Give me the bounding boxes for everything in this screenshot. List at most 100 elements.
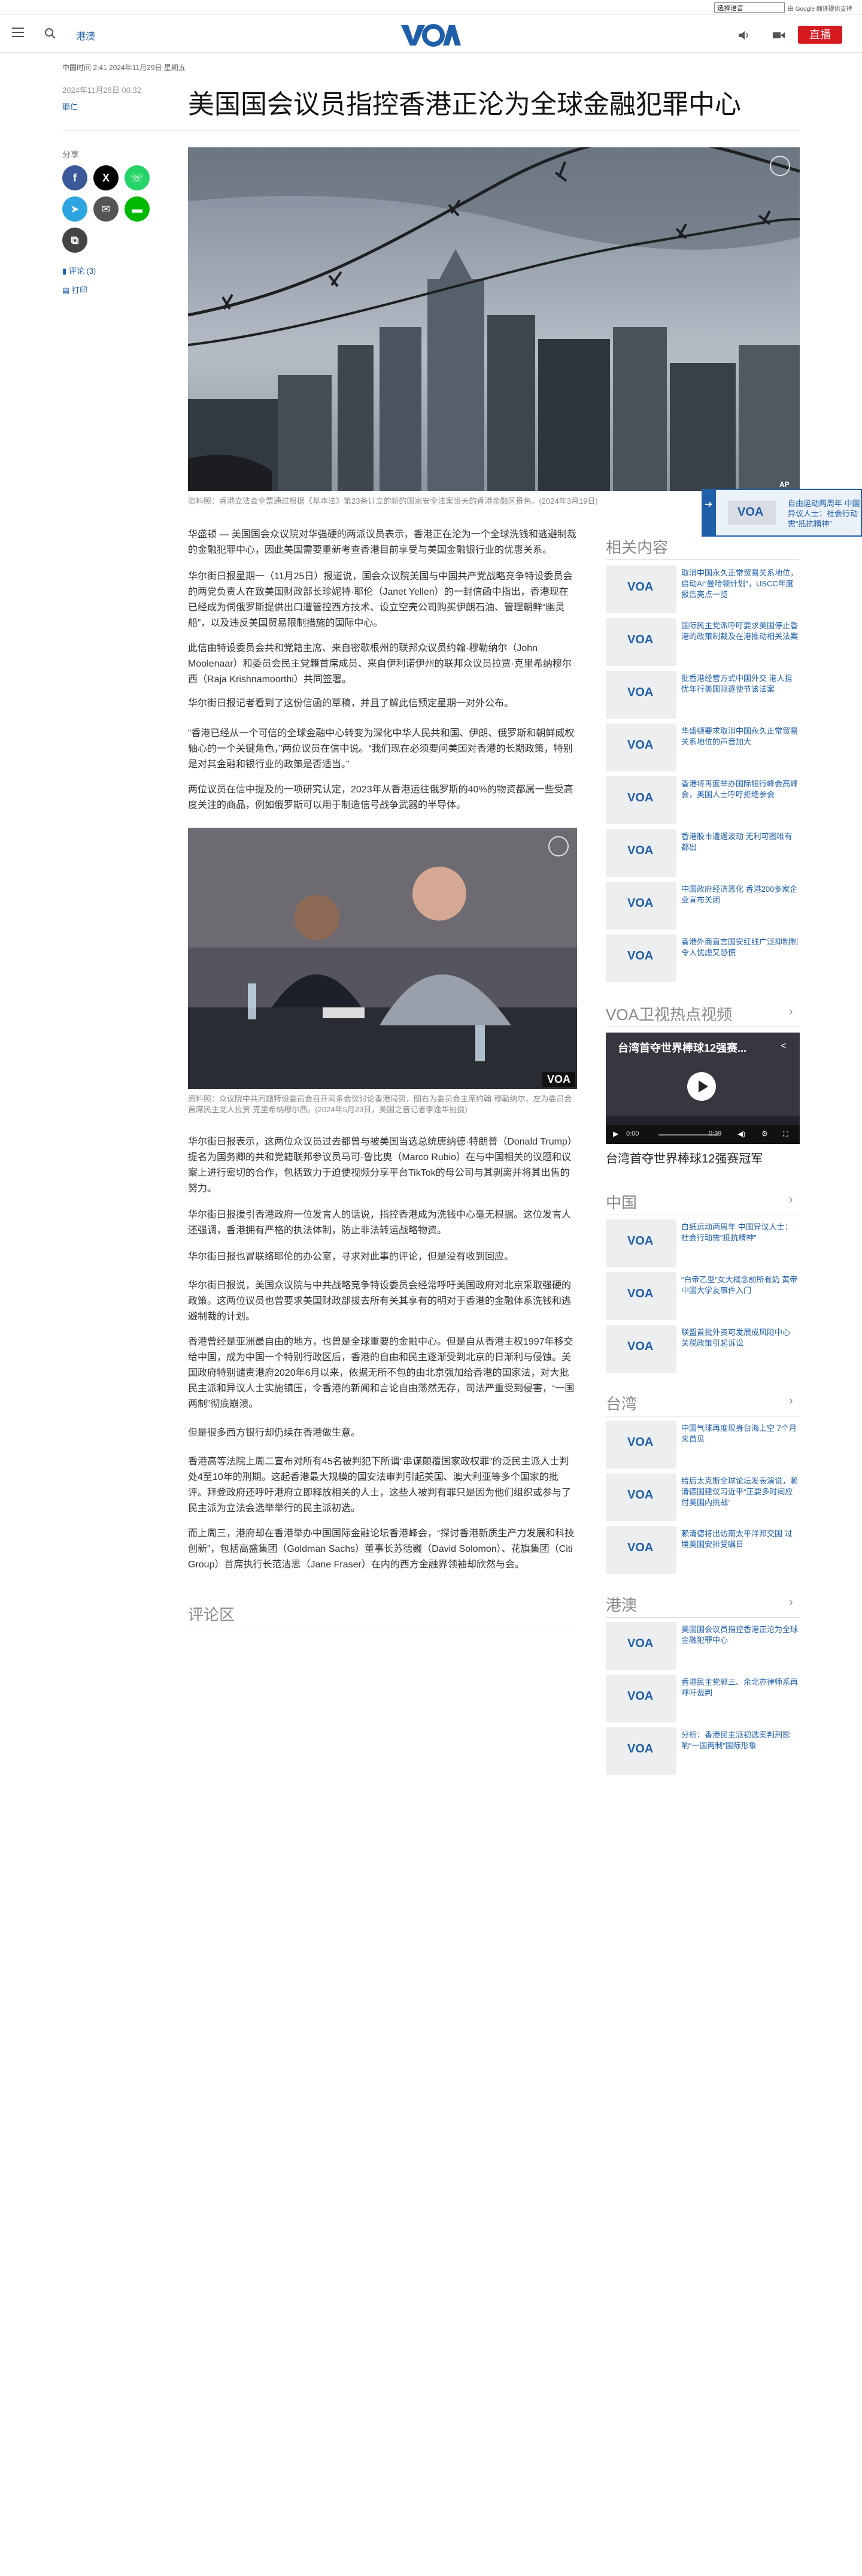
related-thumb[interactable]: VOA (606, 671, 676, 719)
voa-thumb-icon: VOA (627, 1488, 654, 1502)
related-thumb[interactable]: VOA (606, 934, 676, 982)
related-thumb[interactable]: VOA (606, 724, 676, 771)
china-item-link[interactable]: 白纸运动两周年 中国异议人士：社会行动需“抵抗精神” (681, 1222, 800, 1243)
paragraph: 华尔街日报援引香港政府一位发言人的话说，指控香港成为洗钱中心毫无根据。这位发言人… (188, 1210, 572, 1236)
hongkong-item-link[interactable]: 香港民主党郭三、余北亦律师系再呼吁裁判 (681, 1677, 800, 1699)
floating-recommendation[interactable]: ➔ VOA 自由运动两周年 中国异议人士：社会行动需“抵抗精神” (702, 489, 862, 537)
section-divider (606, 559, 800, 560)
taiwan-item-link[interactable]: 给后太克斯全球论坛发表演说，赖清德国建议习近平“正要多时间应付美国内挑战” (681, 1476, 800, 1508)
language-select[interactable]: 选择语言 (714, 2, 785, 13)
related-item-link[interactable]: 批香港经营方式中国外交 港人担忧年行美国驱逐使节该法案 (681, 673, 800, 695)
video-player[interactable]: 台湾首夺世界棒球12强赛... < ▶ 0:00 0:39 ◀) ⚙ ⛶ (606, 1033, 800, 1144)
section-heading-video[interactable]: VOA卫视热点视频 (606, 1003, 732, 1025)
comments-link-label: 评论 (3) (68, 267, 96, 276)
section-heading-taiwan[interactable]: 台湾 (606, 1392, 637, 1414)
author-link[interactable]: 耶仁 (62, 101, 78, 112)
play-small-icon[interactable]: ▶ (613, 1130, 618, 1138)
video-icon[interactable] (772, 30, 785, 41)
china-thumb[interactable]: VOA (606, 1325, 676, 1373)
print-icon: ▤ (62, 286, 72, 295)
voa-thumb-icon: VOA (627, 949, 654, 962)
chevron-right-icon[interactable]: › (789, 1596, 793, 1609)
related-item-link[interactable]: 取消中国永久正常贸易关系地位，启动AI“曼哈顿计划”，USCC年度报告亮点一览 (681, 568, 800, 600)
hongkong-thumb[interactable]: VOA (606, 1622, 676, 1670)
page-title: 美国国会议员指控香港正沦为全球金融犯罪中心 (188, 90, 741, 119)
taiwan-thumb[interactable]: VOA (606, 1421, 676, 1469)
expand-icon[interactable] (770, 156, 790, 176)
voa-thumb-icon: VOA (627, 1340, 654, 1353)
related-item-link[interactable]: 香港外商直言国安红线广泛抑制制 令人忧虑又恐慌 (681, 937, 800, 958)
china-item-link[interactable]: “白帝乙型”女大概念前所有奶 黄帝中国大学友事件入门 (681, 1275, 800, 1296)
chevron-right-icon[interactable]: › (789, 1193, 793, 1207)
telegram-icon[interactable]: ➤ (62, 196, 87, 222)
taiwan-item-link[interactable]: 中国气球再度现身台海上空 7个月来首见 (681, 1423, 800, 1445)
china-item-link[interactable]: 联盟首批外资可发展成风险中心 关税政策引起诉讼 (681, 1327, 800, 1349)
line-icon[interactable]: ▬ (125, 196, 150, 222)
fullscreen-icon[interactable]: ⛶ (783, 1130, 788, 1139)
hongkong-thumb[interactable]: VOA (606, 1727, 676, 1775)
comments-link[interactable]: ▮ 评论 (3) (62, 265, 96, 276)
voa-thumb-icon: VOA (627, 1690, 654, 1703)
email-icon[interactable]: ✉ (93, 196, 119, 222)
section-heading-china[interactable]: 中国 (606, 1191, 637, 1213)
related-item-link[interactable]: 香港将再度举办国际银行峰会高峰会，美国人士呼吁拒绝参会 (681, 779, 800, 800)
share-icon[interactable]: < (781, 1041, 786, 1052)
play-button[interactable] (687, 1072, 716, 1101)
section-heading-hongkong[interactable]: 港澳 (606, 1593, 637, 1615)
settings-icon[interactable]: ⚙ (761, 1130, 768, 1138)
paragraph: 此信由特设委员会共和党籍主席、来自密歇根州的联邦众议员约翰·穆勒纳尔（John … (188, 643, 572, 685)
video-controls: ▶ 0:00 0:39 ◀) ⚙ ⛶ (606, 1125, 800, 1144)
section-divider (606, 1617, 800, 1618)
expand-icon[interactable] (548, 836, 569, 856)
hongkong-thumb[interactable]: VOA (606, 1675, 676, 1723)
taiwan-thumb[interactable]: VOA (606, 1473, 676, 1521)
share-label: 分享 (62, 150, 79, 159)
voa-thumb-icon: VOA (627, 1234, 654, 1248)
voa-thumb-icon: VOA (627, 738, 654, 752)
chevron-right-icon[interactable]: › (789, 1394, 793, 1408)
whatsapp-icon[interactable]: ☏ (125, 165, 150, 190)
print-link[interactable]: ▤ 打印 (62, 284, 87, 295)
related-thumb[interactable]: VOA (606, 565, 676, 613)
time-total: 0:39 (709, 1130, 722, 1137)
china-thumb[interactable]: VOA (606, 1219, 676, 1267)
paragraph: 但是很多西方银行却仍续在香港做生意。 (188, 1428, 361, 1438)
china-thumb[interactable]: VOA (606, 1272, 676, 1320)
region-link[interactable]: 港澳 (76, 28, 95, 43)
voa-thumb-icon: VOA (627, 844, 654, 857)
live-button[interactable]: 直播 (798, 26, 842, 44)
related-thumb[interactable]: VOA (606, 776, 676, 824)
paragraph: 华尔街日报星期一（11月25日）报道说，国会众议院美国与中国共产党战略竞争特设委… (188, 571, 573, 628)
search-icon[interactable] (44, 28, 56, 40)
x-icon[interactable]: X (93, 165, 119, 190)
inline-image: VOA (188, 828, 577, 1089)
volume-icon[interactable]: ◀) (737, 1130, 745, 1138)
hero-image: AP (188, 147, 800, 491)
hongkong-item-link[interactable]: 美国国会议员指控香港正沦为全球金融犯罪中心 (681, 1624, 800, 1646)
audio-icon[interactable] (737, 30, 751, 41)
arrow-icon[interactable]: ➔ (703, 490, 716, 535)
paragraph: 而上周三，港府却在香港举办中国国际金融论坛香港峰会，“探讨香港新质生产力发展和科… (188, 1528, 575, 1570)
hongkong-item-link[interactable]: 分析：香港民主派初选案判刑影响“一国两制”国际形象 (681, 1730, 800, 1751)
facebook-icon[interactable]: f (62, 165, 87, 190)
chevron-right-icon[interactable]: › (789, 1005, 793, 1019)
video-title-link[interactable]: 台湾首夺世界棒球12强赛冠军 (606, 1149, 763, 1166)
copy-link-icon[interactable]: ⧉ (62, 228, 87, 253)
related-thumb[interactable]: VOA (606, 829, 676, 877)
taiwan-thumb[interactable]: VOA (606, 1526, 676, 1574)
related-thumb[interactable]: VOA (606, 618, 676, 666)
time-current: 0:00 (626, 1130, 639, 1137)
related-item-link[interactable]: 香港股市遭遇波动 无利可图唯有都出 (681, 831, 800, 853)
related-item-link[interactable]: 国际民主党派呼吁要求美国停止香港的政策制裁及在港推动相关法案 (681, 620, 800, 642)
voa-thumb-icon: VOA (627, 791, 654, 804)
related-thumb[interactable]: VOA (606, 882, 676, 930)
top-utility-bar: 选择语言 由 Google 翻译提供支持 (0, 0, 862, 15)
inline-photo (188, 828, 577, 1089)
voa-logo[interactable] (400, 23, 462, 47)
related-item-link[interactable]: 华盛顿要求取消中国永久正常贸易关系地位的声音加大 (681, 726, 800, 747)
related-item-link[interactable]: 中国政府经济恶化 香港200多家企业宣布关闭 (681, 884, 800, 906)
comment-icon: ▮ (62, 267, 69, 276)
taiwan-item-link[interactable]: 赖清德将出访南太平洋邦交国 过境美国安排受瞩目 (681, 1528, 800, 1550)
menu-icon[interactable] (12, 28, 24, 38)
comments-heading: 评论区 (188, 1606, 235, 1624)
